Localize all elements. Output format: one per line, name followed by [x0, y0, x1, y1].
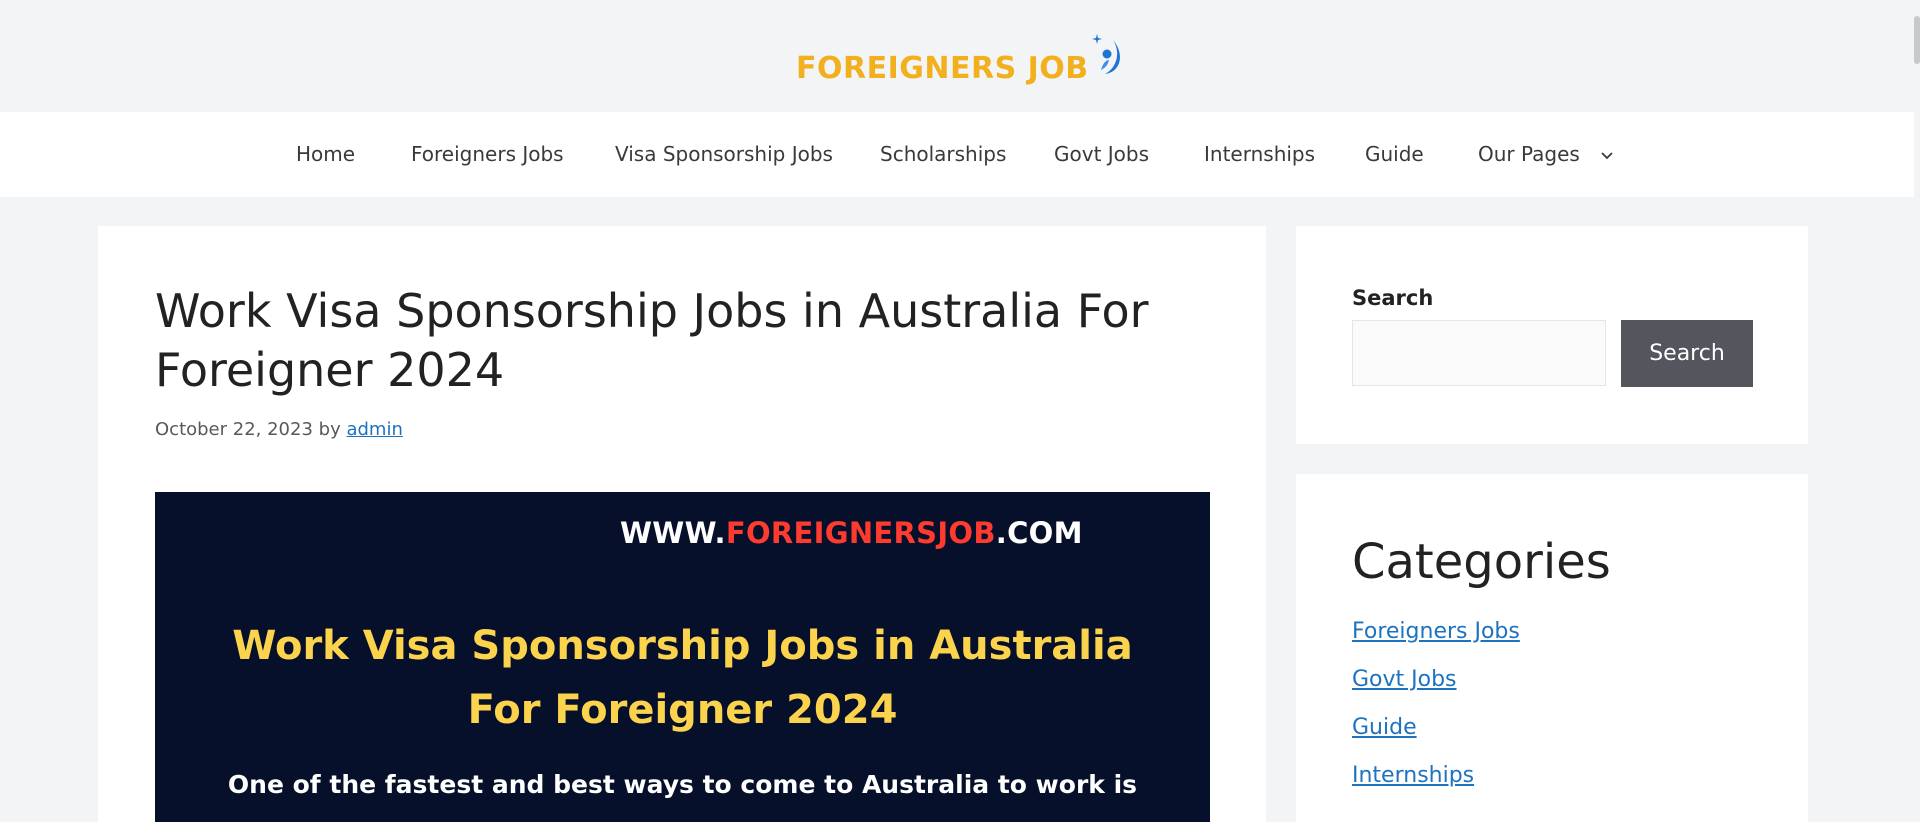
nav-item-guide[interactable]: Guide [1365, 112, 1424, 197]
banner-url-prefix: WWW. [620, 516, 726, 550]
category-link-guide[interactable]: Guide [1352, 715, 1417, 740]
search-widget: Search Search [1296, 226, 1808, 444]
primary-navigation: Home Foreigners Jobs Visa Sponsorship Jo… [0, 112, 1914, 197]
featured-image: WWW.FOREIGNERSJOB.COM Work Visa Sponsors… [155, 492, 1210, 822]
nav-item-our-pages-label: Our Pages [1478, 142, 1580, 166]
article-title: Work Visa Sponsorship Jobs in Australia … [155, 284, 1149, 397]
banner-website-url: WWW.FOREIGNERSJOB.COM [155, 516, 1210, 550]
banner-url-brand: FOREIGNERSJOB [725, 516, 996, 550]
list-item: Foreigners Jobs [1352, 616, 1520, 664]
search-button[interactable]: Search [1621, 320, 1753, 387]
nav-item-govt-jobs[interactable]: Govt Jobs [1054, 112, 1149, 197]
banner-title: Work Visa Sponsorship Jobs in Australia … [155, 614, 1210, 742]
site-header: FOREIGNERS JOB [0, 0, 1914, 112]
categories-list: Foreigners Jobs Govt Jobs Guide Internsh… [1352, 616, 1520, 808]
rocket-swoosh-icon [1091, 34, 1120, 74]
vertical-scrollbar[interactable] [1914, 0, 1920, 822]
categories-title: Categories [1352, 534, 1611, 590]
search-label: Search [1352, 286, 1434, 310]
list-item: Guide [1352, 712, 1520, 760]
article-card: Work Visa Sponsorship Jobs in Australia … [98, 226, 1266, 822]
author-link[interactable]: admin [346, 419, 402, 440]
nav-item-visa-sponsorship-jobs[interactable]: Visa Sponsorship Jobs [615, 112, 833, 197]
banner-url-suffix: .COM [995, 516, 1083, 550]
categories-widget: Categories Foreigners Jobs Govt Jobs Gui… [1296, 474, 1808, 822]
site-logo[interactable]: FOREIGNERS JOB [796, 26, 1129, 88]
nav-item-our-pages[interactable]: Our Pages [1478, 112, 1614, 197]
scrollbar-thumb[interactable] [1914, 16, 1920, 64]
category-link-foreigners-jobs[interactable]: Foreigners Jobs [1352, 619, 1520, 644]
search-input[interactable] [1352, 320, 1606, 386]
banner-body-text: One of the fastest and best ways to come… [227, 770, 1138, 799]
category-link-govt-jobs[interactable]: Govt Jobs [1352, 667, 1457, 692]
nav-item-home[interactable]: Home [296, 112, 355, 197]
nav-item-scholarships[interactable]: Scholarships [880, 112, 1006, 197]
by-label: by [318, 419, 341, 440]
chevron-down-icon[interactable] [1600, 151, 1614, 161]
nav-menu: Home Foreigners Jobs Visa Sponsorship Jo… [0, 112, 1914, 197]
logo-text: FOREIGNERS JOB [796, 51, 1089, 86]
list-item: Govt Jobs [1352, 664, 1520, 712]
nav-item-internships[interactable]: Internships [1204, 112, 1315, 197]
banner-title-text: Work Visa Sponsorship Jobs in Australia … [232, 623, 1133, 733]
category-link-internships[interactable]: Internships [1352, 763, 1474, 788]
post-date: October 22, 2023 [155, 419, 313, 440]
article-meta: October 22, 2023 by admin [155, 418, 403, 442]
list-item: Internships [1352, 760, 1520, 808]
nav-item-foreigners-jobs[interactable]: Foreigners Jobs [411, 112, 564, 197]
